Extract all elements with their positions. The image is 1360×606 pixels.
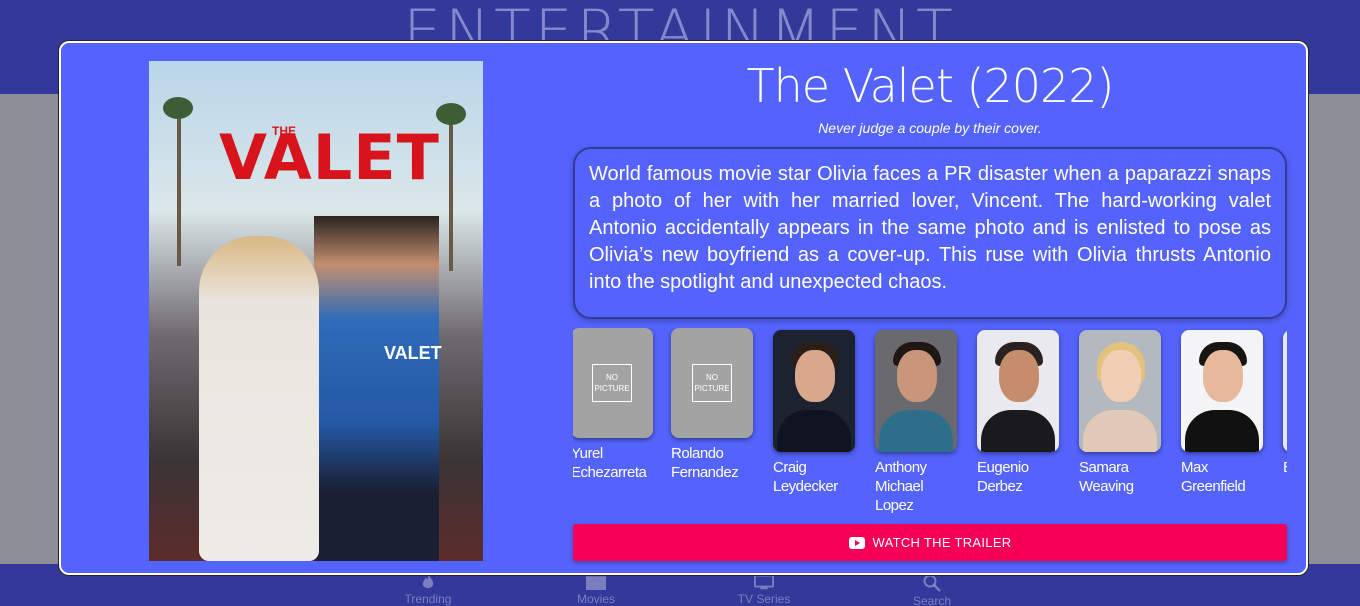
cast-item[interactable]: Eugenio Derbez bbox=[977, 330, 1059, 496]
no-picture-placeholder: NO PICTURE bbox=[573, 328, 653, 438]
search-icon bbox=[922, 574, 942, 592]
palm-tree bbox=[177, 106, 181, 266]
movie-overview: World famous movie star Olivia faces a P… bbox=[573, 147, 1287, 319]
cast-name: Samara Weaving bbox=[1079, 459, 1134, 495]
tv-icon bbox=[754, 574, 774, 590]
poster-man bbox=[314, 216, 439, 561]
cast-item[interactable]: NO PICTURE Yurel Echezarreta bbox=[573, 328, 653, 482]
poster-vest-text: VALET bbox=[384, 343, 442, 363]
movie-tagline: Never judge a couple by their cover. bbox=[818, 120, 1042, 136]
photo-body bbox=[879, 410, 953, 452]
movie-poster: THE VALET VALET bbox=[149, 61, 483, 561]
cast-photo bbox=[875, 330, 957, 452]
no-picture-placeholder: NO PICTURE bbox=[671, 328, 753, 438]
cast-item[interactable]: B B bbox=[1283, 330, 1287, 477]
nav-label: Search bbox=[912, 594, 952, 606]
cast-photo bbox=[773, 330, 855, 452]
watch-trailer-button[interactable]: WATCH THE TRAILER bbox=[573, 524, 1287, 561]
movie-details-modal: THE VALET VALET The Valet (2022) Never j… bbox=[59, 41, 1308, 575]
nav-label: Trending bbox=[404, 592, 452, 606]
watch-trailer-label: WATCH THE TRAILER bbox=[872, 535, 1012, 550]
photo-face bbox=[1203, 350, 1243, 402]
cast-name: Yurel Echezarreta bbox=[573, 445, 647, 481]
photo-body bbox=[777, 410, 851, 452]
photo-face bbox=[897, 350, 937, 402]
palm-leaves bbox=[436, 103, 466, 125]
nav-label: Movies bbox=[576, 592, 615, 606]
movie-icon bbox=[586, 574, 606, 590]
cast-name: Rolando Fernandez bbox=[671, 445, 739, 481]
photo-face bbox=[1101, 350, 1141, 402]
cast-name: B B bbox=[1283, 458, 1287, 477]
movie-title: The Valet (2022) bbox=[746, 59, 1115, 113]
cast-item[interactable]: Craig Leydecker bbox=[773, 330, 855, 496]
no-picture-icon: NO PICTURE bbox=[592, 364, 632, 402]
cast-carousel[interactable]: NO PICTURE Yurel Echezarreta NO PICTURE … bbox=[573, 328, 1287, 518]
photo-body bbox=[981, 410, 1055, 452]
cast-item[interactable]: Anthony Michael Lopez bbox=[875, 330, 957, 515]
cast-photo bbox=[1079, 330, 1161, 452]
cast-name: Max Greenfield bbox=[1181, 459, 1246, 495]
nav-label: TV Series bbox=[737, 592, 791, 606]
cast-name: Craig Leydecker bbox=[773, 459, 838, 495]
cast-item[interactable]: NO PICTURE Rolando Fernandez bbox=[671, 328, 753, 482]
cast-name: Anthony Michael Lopez bbox=[875, 459, 927, 514]
overview-text: World famous movie star Olivia faces a P… bbox=[589, 163, 1271, 293]
photo-body bbox=[1185, 410, 1259, 452]
poster-woman bbox=[199, 236, 319, 561]
palm-leaves bbox=[163, 97, 193, 119]
cast-photo bbox=[977, 330, 1059, 452]
youtube-icon bbox=[848, 536, 865, 549]
cast-item[interactable]: Samara Weaving bbox=[1079, 330, 1161, 496]
photo-body bbox=[1083, 410, 1157, 452]
cast-photo bbox=[1181, 330, 1263, 452]
photo-face bbox=[999, 350, 1039, 402]
flame-icon bbox=[418, 574, 438, 590]
cast-item[interactable]: Max Greenfield bbox=[1181, 330, 1263, 496]
no-picture-icon: NO PICTURE bbox=[692, 364, 732, 402]
photo-face bbox=[795, 350, 835, 402]
palm-tree bbox=[449, 111, 453, 271]
cast-photo bbox=[1283, 330, 1287, 452]
cast-name: Eugenio Derbez bbox=[977, 459, 1029, 495]
poster-title: VALET bbox=[219, 121, 440, 194]
